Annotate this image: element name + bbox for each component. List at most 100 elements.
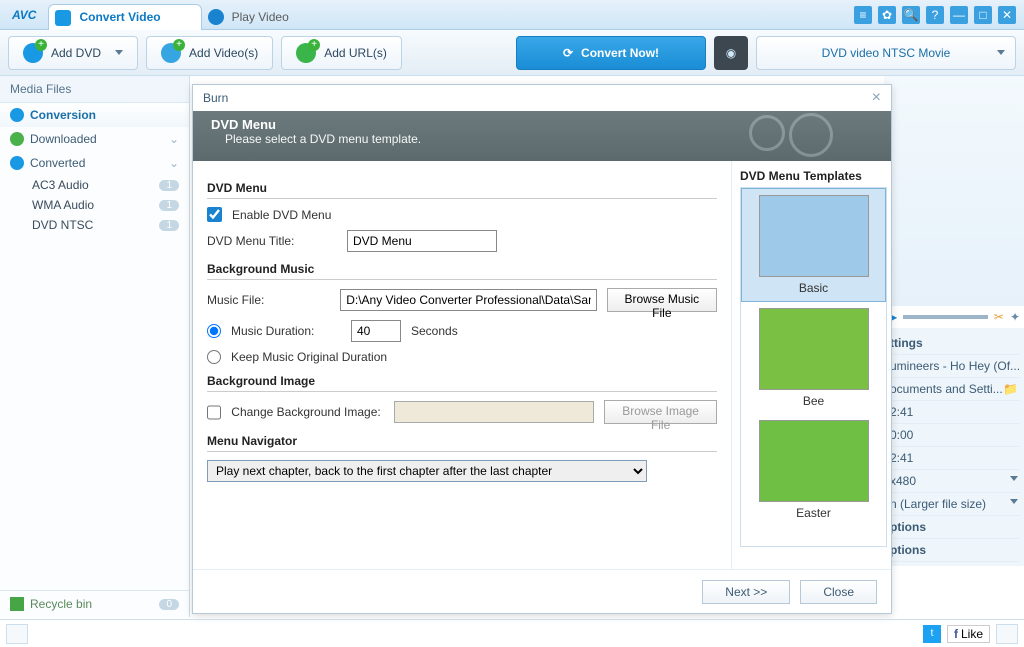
menu-icon[interactable]: ≡ [854, 6, 872, 24]
keep-original-radio[interactable] [207, 350, 221, 364]
dialog-footer: Next >> Close [193, 569, 891, 613]
dialog-banner: DVD Menu Please select a DVD menu templa… [193, 111, 891, 161]
chevron-down-icon [1010, 499, 1018, 504]
settings-header: ttings [888, 332, 1020, 355]
sidebar-header: Media Files [0, 76, 189, 103]
settings-row[interactable]: ocuments and Setti... 📁 [888, 378, 1020, 401]
twitter-icon[interactable]: t [923, 625, 941, 643]
folder-icon[interactable]: 📁 [1003, 382, 1018, 396]
refresh-icon [55, 10, 71, 26]
templates-list[interactable]: Basic Bee Easter [740, 187, 887, 547]
facebook-like-button[interactable]: f Like [947, 625, 990, 643]
bg-image-field [394, 401, 594, 423]
music-file-input[interactable] [340, 289, 597, 311]
settings-header: ptions [888, 516, 1020, 539]
burn-button[interactable]: ◉ [714, 36, 748, 70]
settings-row-res[interactable]: x480 [888, 470, 1020, 493]
close-icon[interactable]: ✕ [998, 6, 1016, 24]
burn-dialog: Burn × DVD Menu Please select a DVD menu… [192, 84, 892, 614]
chevron-down-icon [997, 50, 1005, 55]
play-icon [208, 9, 224, 25]
templates-header: DVD Menu Templates [740, 169, 887, 187]
sidebar-subitem[interactable]: DVD NTSC 1 [0, 215, 189, 235]
template-basic[interactable]: Basic [741, 188, 886, 302]
sidebar-item-label: Conversion [30, 108, 96, 122]
template-label: Basic [748, 281, 879, 295]
convert-now-button[interactable]: ⟳ Convert Now! [516, 36, 706, 70]
settings-row: 2:41 [888, 447, 1020, 470]
panel-toggle-left[interactable] [6, 624, 28, 644]
settings-row: 0:00 [888, 424, 1020, 447]
refresh-icon: ⟳ [563, 46, 573, 60]
keep-original-label: Keep Music Original Duration [231, 350, 387, 364]
music-file-label: Music File: [207, 293, 330, 307]
music-duration-input[interactable] [351, 320, 401, 342]
tab-convert-video[interactable]: Convert Video [48, 4, 201, 30]
add-urls-button[interactable]: Add URL(s) [281, 36, 402, 70]
count-badge: 1 [159, 180, 179, 191]
convert-icon [10, 156, 24, 170]
button-label: Convert Now! [581, 46, 659, 60]
sidebar-subitem[interactable]: AC3 Audio 1 [0, 175, 189, 195]
title-bar: AVC Convert Video Play Video ≡ ✿ 🔍 ? — □… [0, 0, 1024, 30]
browse-image-button: Browse Image File [604, 400, 717, 424]
recycle-bin[interactable]: Recycle bin 0 [0, 590, 189, 617]
tab-label: Play Video [232, 10, 289, 24]
next-button[interactable]: Next >> [702, 580, 790, 604]
progress-track[interactable] [903, 315, 988, 319]
dvd-title-input[interactable] [347, 230, 497, 252]
settings-icon[interactable]: ✿ [878, 6, 896, 24]
chevron-down-icon [115, 50, 123, 55]
change-bg-image-label: Change Background Image: [231, 405, 384, 419]
help-icon[interactable]: ? [926, 6, 944, 24]
template-bee[interactable]: Bee [741, 302, 886, 414]
add-videos-button[interactable]: Add Video(s) [146, 36, 273, 70]
section-dvd-menu: DVD Menu [207, 181, 717, 199]
dialog-title: Burn [203, 91, 228, 105]
facebook-icon: f [954, 627, 958, 641]
sidebar-item-conversion[interactable]: Conversion [0, 103, 189, 127]
sidebar-item-downloaded[interactable]: Downloaded ⌄ [0, 127, 189, 151]
preview-area [884, 76, 1024, 306]
close-button[interactable]: Close [800, 580, 877, 604]
dialog-titlebar: Burn × [193, 85, 891, 111]
settings-row-quality[interactable]: n (Larger file size) [888, 493, 1020, 516]
music-duration-radio[interactable] [207, 324, 221, 338]
sidebar-item-label: AC3 Audio [32, 178, 89, 192]
scissors-icon[interactable]: ✂ [994, 310, 1004, 324]
sidebar-subitem[interactable]: WMA Audio 1 [0, 195, 189, 215]
change-bg-image-checkbox[interactable] [207, 405, 221, 420]
status-bar: t f Like [0, 619, 1024, 647]
template-label: Easter [747, 506, 880, 520]
convert-icon [10, 108, 24, 122]
maximize-icon[interactable]: □ [974, 6, 992, 24]
search-icon[interactable]: 🔍 [902, 6, 920, 24]
music-duration-label: Music Duration: [231, 324, 341, 338]
like-label: Like [961, 627, 983, 641]
button-label: Add URL(s) [324, 46, 387, 60]
browse-music-button[interactable]: Browse Music File [607, 288, 717, 312]
sidebar-item-label: Downloaded [30, 132, 97, 146]
minimize-icon[interactable]: — [950, 6, 968, 24]
profile-label: DVD video NTSC Movie [822, 46, 951, 60]
window-controls: ≡ ✿ 🔍 ? — □ ✕ [854, 6, 1024, 24]
panel-toggle-right[interactable] [996, 624, 1018, 644]
enable-dvd-menu-checkbox[interactable] [207, 207, 222, 222]
template-easter[interactable]: Easter [741, 414, 886, 526]
sidebar: Media Files Conversion Downloaded ⌄ Conv… [0, 76, 190, 617]
count-badge: 1 [159, 200, 179, 211]
quality-text: n (Larger file size) [890, 497, 986, 511]
tab-play-video[interactable]: Play Video [202, 4, 329, 30]
chevron-down-icon: ⌄ [169, 132, 179, 146]
enable-dvd-menu-label: Enable DVD Menu [232, 208, 331, 222]
close-button[interactable]: × [872, 89, 881, 107]
sidebar-item-converted[interactable]: Converted ⌄ [0, 151, 189, 175]
output-profile-dropdown[interactable]: DVD video NTSC Movie [756, 36, 1016, 70]
menu-navigator-select[interactable]: Play next chapter, back to the first cha… [207, 460, 647, 482]
wand-icon[interactable]: ✦ [1010, 310, 1020, 324]
settings-row[interactable]: umineers - Ho Hey (Of... [888, 355, 1020, 378]
chevron-down-icon: ⌄ [169, 156, 179, 170]
recycle-label: Recycle bin [30, 597, 92, 611]
add-dvd-button[interactable]: Add DVD [8, 36, 138, 70]
path-text: ocuments and Setti... [890, 382, 1003, 396]
